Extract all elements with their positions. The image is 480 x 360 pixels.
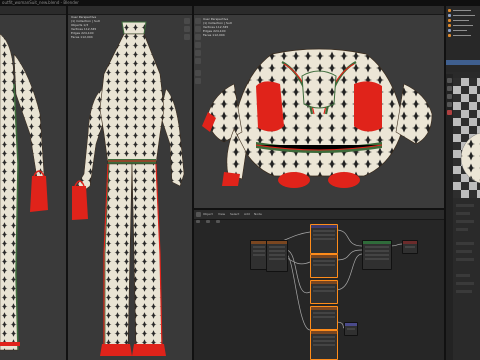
viewport-top[interactable]: User Perspective (1) Collection | Suit V… <box>194 6 444 208</box>
zoom-tool[interactable] <box>184 18 190 24</box>
outliner-selected-row[interactable] <box>446 60 480 65</box>
property-field[interactable] <box>456 242 474 245</box>
outliner-row[interactable] <box>448 28 478 32</box>
render-tab-icon[interactable] <box>447 86 452 91</box>
pan-tool[interactable] <box>184 26 190 32</box>
front-figure <box>72 21 185 356</box>
object-tab-icon[interactable] <box>447 102 452 107</box>
node-image-texture[interactable] <box>266 240 288 272</box>
outliner-row[interactable] <box>448 8 478 12</box>
tool-tab-icon[interactable] <box>447 78 452 83</box>
node-normal-map[interactable] <box>344 322 358 336</box>
left-figure <box>0 33 48 351</box>
outliner-row[interactable] <box>448 13 478 17</box>
outliner-row[interactable] <box>448 23 478 27</box>
node-image-texture[interactable] <box>310 306 338 330</box>
node-image-texture[interactable] <box>310 254 338 278</box>
property-field[interactable] <box>456 220 474 223</box>
property-field[interactable] <box>456 204 474 207</box>
shader-node-editor[interactable]: Object View Select Add Node <box>194 210 444 360</box>
property-field[interactable] <box>456 274 470 277</box>
node-principled-bsdf[interactable] <box>362 240 392 270</box>
outliner-row[interactable] <box>448 33 478 37</box>
material-preview <box>453 78 480 198</box>
camera-tool[interactable] <box>184 34 190 40</box>
property-field[interactable] <box>456 250 472 253</box>
node-material-output[interactable] <box>402 240 418 254</box>
node-mapping[interactable] <box>310 224 338 254</box>
property-field[interactable] <box>456 212 470 215</box>
property-field[interactable] <box>456 290 472 293</box>
property-field[interactable] <box>456 258 474 261</box>
top-view-garment <box>202 48 433 188</box>
material-tab-icon[interactable] <box>447 110 452 115</box>
properties-tabs <box>446 74 453 360</box>
output-tab-icon[interactable] <box>447 94 452 99</box>
property-field[interactable] <box>456 228 468 231</box>
viewport-left[interactable] <box>0 6 66 360</box>
right-panels <box>446 6 480 360</box>
node-image-texture[interactable] <box>310 330 338 360</box>
node-image-texture[interactable] <box>310 280 338 304</box>
property-field[interactable] <box>456 282 474 285</box>
viewport-front[interactable]: User Perspective (1) Collection | Suit O… <box>68 6 192 360</box>
outliner-row[interactable] <box>448 18 478 22</box>
outliner[interactable] <box>446 6 480 72</box>
